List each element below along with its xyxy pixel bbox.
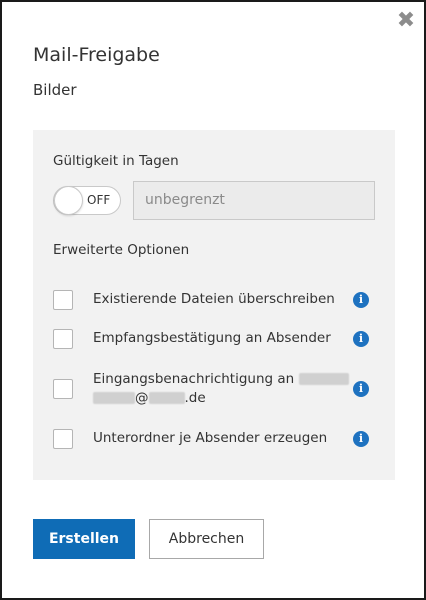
create-button[interactable]: Erstellen xyxy=(33,519,135,559)
redacted-local-part xyxy=(93,392,135,404)
dialog-title: Mail-Freigabe xyxy=(33,44,160,66)
email-tld: .de xyxy=(184,390,206,406)
validity-label: Gültigkeit in Tagen xyxy=(53,153,179,169)
options-panel: Gültigkeit in Tagen OFF unbegrenzt Erwei… xyxy=(33,130,395,480)
validity-toggle[interactable]: OFF xyxy=(53,186,121,215)
toggle-knob xyxy=(54,186,83,215)
notification-checkbox[interactable] xyxy=(53,379,73,399)
notification-label-text: Eingangsbenachrichtigung an xyxy=(93,371,295,387)
cancel-button[interactable]: Abbrechen xyxy=(149,519,264,559)
receipt-label: Empfangsbestätigung an Absender xyxy=(93,330,331,346)
email-at: @ xyxy=(135,390,149,406)
overwrite-label: Existierende Dateien überschreiben xyxy=(93,291,335,307)
toggle-state-text: OFF xyxy=(87,193,111,207)
subfolder-label: Unterordner je Absender erzeugen xyxy=(93,430,328,446)
notification-label: Eingangsbenachrichtigung an @ .de xyxy=(93,370,349,408)
advanced-options-label: Erweiterte Optionen xyxy=(53,242,190,258)
close-icon[interactable]: ✖ xyxy=(396,10,416,32)
redacted-domain xyxy=(148,392,185,404)
overwrite-checkbox[interactable] xyxy=(53,290,73,310)
info-icon[interactable]: i xyxy=(353,381,369,397)
info-icon[interactable]: i xyxy=(353,292,369,308)
days-input[interactable]: unbegrenzt xyxy=(133,181,375,220)
info-icon[interactable]: i xyxy=(353,431,369,447)
redacted-name xyxy=(298,373,349,385)
subfolder-checkbox[interactable] xyxy=(53,429,73,449)
receipt-checkbox[interactable] xyxy=(53,329,73,349)
mail-share-dialog: ✖ Mail-Freigabe Bilder Gültigkeit in Tag… xyxy=(0,0,426,600)
info-icon[interactable]: i xyxy=(353,331,369,347)
dialog-subtitle: Bilder xyxy=(33,81,77,99)
